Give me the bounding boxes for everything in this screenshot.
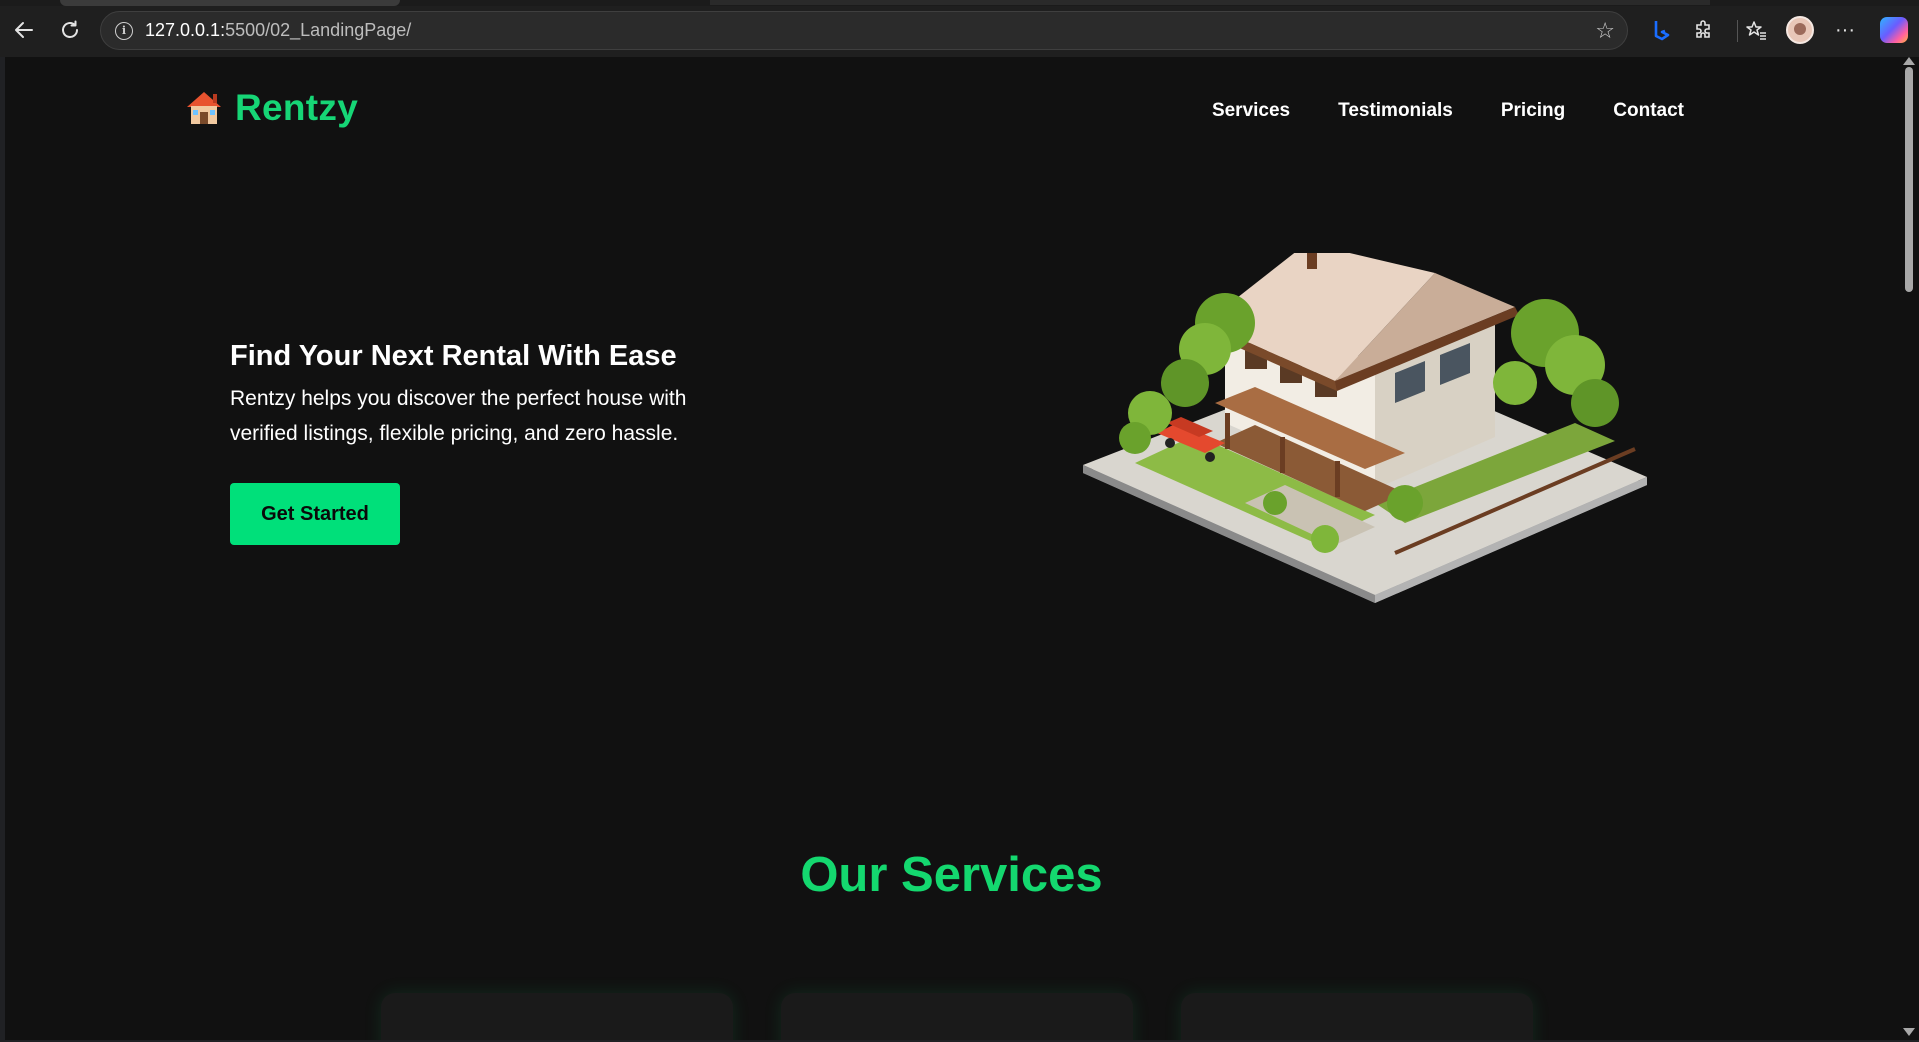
more-options-icon[interactable]: ··· [1829, 14, 1861, 46]
services-section-title: Our Services [800, 848, 1103, 902]
reload-icon [62, 20, 78, 38]
toolbar-separator [1737, 20, 1738, 42]
page-scrollbar[interactable] [1898, 57, 1919, 1040]
favorite-star-icon[interactable]: ☆ [1595, 18, 1615, 44]
profile-avatar[interactable] [1786, 16, 1814, 44]
hero-house-illustration [1083, 253, 1647, 603]
nav-link-services[interactable]: Services [1212, 100, 1290, 122]
scroll-up-arrow-icon[interactable] [1903, 57, 1915, 65]
hero-description-line-2: verified listings, flexible pricing, and… [230, 422, 679, 445]
house-emoji-icon [187, 92, 221, 124]
scroll-down-arrow-icon[interactable] [1903, 1028, 1915, 1036]
url-text[interactable]: 127.0.0.1:5500/02_LandingPage/ [145, 20, 411, 41]
hero-title: Find Your Next Rental With Ease [230, 340, 677, 372]
main-nav: Services Testimonials Pricing Contact [1212, 100, 1684, 122]
back-button[interactable] [8, 14, 40, 46]
active-tab-edge[interactable] [60, 0, 400, 6]
scrollbar-thumb[interactable] [1905, 67, 1913, 292]
favorites-icon[interactable] [1740, 14, 1772, 46]
service-card [781, 993, 1133, 1040]
inactive-tab-edge[interactable] [710, 0, 1710, 5]
copilot-icon[interactable] [1880, 17, 1908, 43]
get-started-button[interactable]: Get Started [230, 483, 400, 545]
extensions-icon[interactable] [1688, 14, 1720, 46]
hero-description: Rentzy helps you discover the perfect ho… [230, 381, 750, 451]
reload-button[interactable] [54, 14, 86, 46]
service-card [381, 993, 733, 1040]
service-card [1181, 993, 1533, 1040]
bing-icon[interactable] [1645, 14, 1677, 46]
nav-link-contact[interactable]: Contact [1613, 100, 1684, 122]
browser-toolbar: i 127.0.0.1:5500/02_LandingPage/ ☆ ··· [0, 0, 1919, 57]
back-arrow-icon [15, 22, 33, 38]
nav-link-testimonials[interactable]: Testimonials [1338, 100, 1453, 122]
nav-link-pricing[interactable]: Pricing [1501, 100, 1565, 122]
site-logo[interactable]: Rentzy [185, 87, 358, 129]
page-viewport: Rentzy Services Testimonials Pricing Con… [5, 57, 1898, 1040]
address-bar[interactable]: i 127.0.0.1:5500/02_LandingPage/ ☆ [100, 11, 1628, 50]
hero-description-line-1: Rentzy helps you discover the perfect ho… [230, 387, 687, 410]
site-info-icon[interactable]: i [115, 21, 133, 40]
brand-name: Rentzy [235, 87, 359, 128]
